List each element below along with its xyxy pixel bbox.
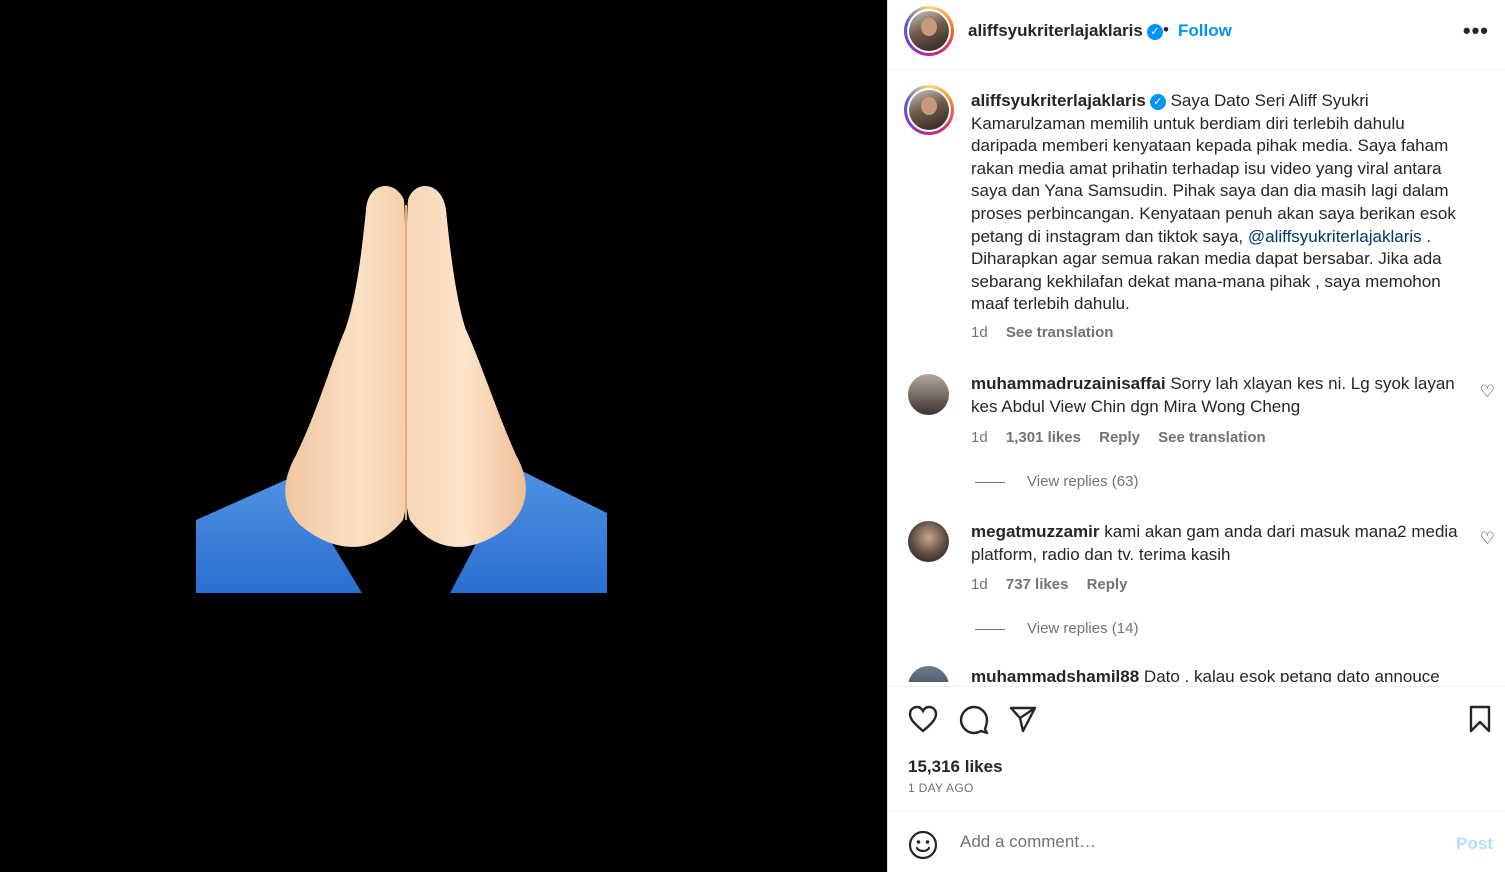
commenter-username[interactable]: muhammadruzainisaffai (971, 374, 1166, 393)
post-actions: 15,316 likes 1 DAY AGO (888, 686, 1505, 811)
view-replies-label[interactable]: View replies (63) (1027, 473, 1138, 490)
post-timestamp[interactable]: 1 DAY AGO (908, 781, 974, 795)
post-comment-button[interactable]: Post (1456, 834, 1493, 854)
comment-time: 1d (971, 429, 988, 446)
replies-divider-line (975, 481, 1005, 483)
instagram-post-view: aliffsyukriterlajaklaris ✓ • Follow ••• a… (0, 0, 1505, 872)
author-username[interactable]: aliffsyukriterlajaklaris ✓ (968, 21, 1163, 41)
follow-button[interactable]: Follow (1178, 21, 1232, 41)
replies-divider-line (975, 628, 1005, 630)
post-sidebar: aliffsyukriterlajaklaris ✓ • Follow ••• a… (887, 0, 1505, 872)
comment-text: Dato , kalau esok petang dato annouce (1143, 667, 1440, 682)
share-send-icon[interactable] (1009, 705, 1037, 733)
verified-badge-icon: ✓ (1149, 93, 1166, 110)
comment-meta: 1d 1,301 likes Reply See translation (971, 429, 1280, 446)
commenter-avatar[interactable] (908, 374, 949, 415)
comment-body: muhammadshamil88 Dato , kalau esok petan… (971, 666, 1461, 682)
comment-see-translation[interactable]: See translation (1158, 429, 1266, 446)
author-avatar[interactable] (904, 6, 954, 56)
comment-likes[interactable]: 1,301 likes (1006, 429, 1081, 446)
comment-like-heart-icon[interactable]: ♡ (1480, 529, 1495, 549)
commenter-username[interactable]: megatmuzzamir (971, 522, 1099, 541)
author-username-text[interactable]: aliffsyukriterlajaklaris (968, 21, 1143, 40)
caption-mention-link[interactable]: @aliffsyukriterlajaklaris (1248, 227, 1422, 246)
folded-hands-emoji (196, 186, 607, 593)
caption-see-translation[interactable]: See translation (1006, 324, 1114, 341)
comment-bubble-icon[interactable] (959, 705, 989, 735)
save-bookmark-icon[interactable] (1468, 705, 1492, 733)
like-heart-icon[interactable] (908, 705, 938, 733)
caption-username[interactable]: aliffsyukriterlajaklaris (971, 91, 1146, 110)
post-header: aliffsyukriterlajaklaris ✓ • Follow ••• (888, 0, 1505, 70)
comments-scroll-area[interactable]: aliffsyukriterlajaklaris ✓ Saya Dato Seri… (888, 70, 1505, 682)
post-caption: aliffsyukriterlajaklaris ✓ Saya Dato Seri… (971, 90, 1471, 316)
comment-like-heart-icon[interactable]: ♡ (1480, 382, 1495, 402)
add-comment-bar: Post (888, 811, 1505, 873)
caption-meta: 1d See translation (971, 324, 1127, 341)
comment-time: 1d (971, 576, 988, 593)
view-replies-button[interactable]: View replies (14) (975, 620, 1138, 637)
caption-author-avatar[interactable] (904, 85, 954, 135)
comment-meta: 1d 737 likes Reply (971, 576, 1141, 593)
commenter-avatar[interactable] (908, 521, 949, 562)
verified-badge-icon: ✓ (1146, 23, 1163, 40)
comment-likes[interactable]: 737 likes (1006, 576, 1069, 593)
comment-body: megatmuzzamir kami akan gam anda dari ma… (971, 521, 1461, 566)
post-likes-count[interactable]: 15,316 likes (908, 757, 1003, 777)
post-media[interactable] (0, 0, 887, 872)
view-replies-label[interactable]: View replies (14) (1027, 620, 1138, 637)
view-replies-button[interactable]: View replies (63) (975, 473, 1138, 490)
emoji-picker-icon[interactable] (908, 830, 938, 860)
commenter-avatar[interactable] (908, 666, 949, 682)
commenter-username[interactable]: muhammadshamil88 (971, 667, 1139, 682)
comment-body: muhammadruzainisaffai Sorry lah xlayan k… (971, 373, 1461, 418)
separator-dot: • (1163, 20, 1169, 39)
comment-reply-button[interactable]: Reply (1099, 429, 1140, 446)
add-comment-input[interactable] (958, 828, 1402, 856)
more-options-icon[interactable]: ••• (1463, 18, 1489, 44)
caption-time: 1d (971, 324, 988, 341)
caption-text: Saya Dato Seri Aliff Syukri Kamarulzaman… (971, 91, 1456, 246)
comment-reply-button[interactable]: Reply (1087, 576, 1128, 593)
